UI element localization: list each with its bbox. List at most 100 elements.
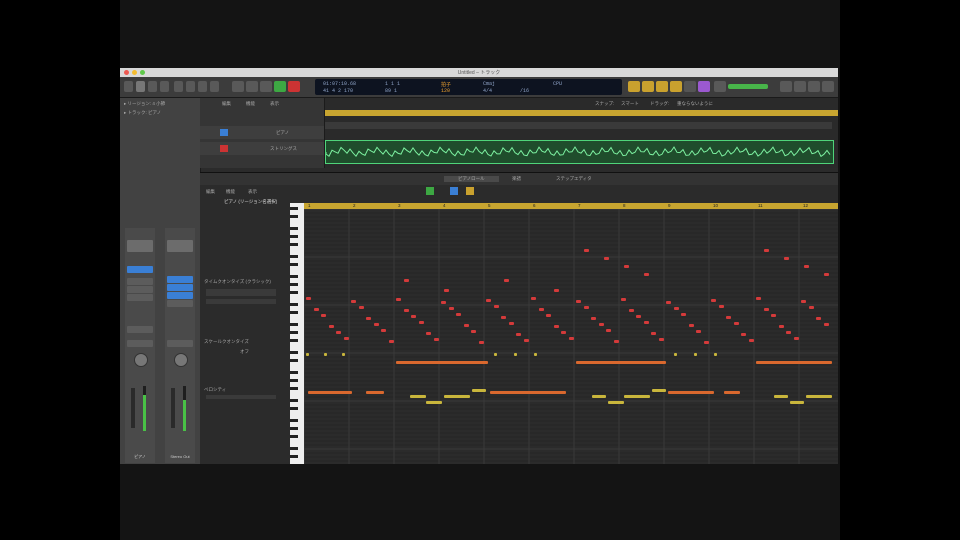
midi-note[interactable] xyxy=(531,297,536,300)
sends-slot[interactable] xyxy=(127,326,153,333)
midi-note[interactable] xyxy=(624,265,629,268)
midi-note[interactable] xyxy=(808,306,814,309)
editor-menu-functions[interactable]: 機能 xyxy=(226,189,235,195)
midi-note[interactable] xyxy=(823,323,829,326)
pan-knob[interactable] xyxy=(134,353,148,367)
quantize-strength-slider[interactable] xyxy=(206,299,276,304)
midi-note[interactable] xyxy=(790,401,804,404)
tab-piano-roll[interactable]: ピアノロール xyxy=(444,176,499,182)
midi-note[interactable] xyxy=(456,313,461,316)
editor-menu-view[interactable]: 表示 xyxy=(248,189,257,195)
midi-note[interactable] xyxy=(546,314,551,317)
quantize-select[interactable] xyxy=(206,289,276,296)
list-button[interactable] xyxy=(822,81,834,92)
midi-note[interactable] xyxy=(714,353,717,356)
note-grid[interactable]: 1 2 3 4 5 6 7 8 9 10 11 12 xyxy=(304,203,838,464)
tracks-menu-edit[interactable]: 編集 xyxy=(222,101,231,107)
help-button[interactable] xyxy=(148,81,157,92)
midi-note[interactable] xyxy=(494,353,497,356)
midi-note[interactable] xyxy=(644,273,649,276)
midi-note[interactable] xyxy=(554,289,559,292)
midi-note[interactable] xyxy=(816,317,821,320)
midi-note[interactable] xyxy=(444,395,470,398)
audio-fx-slot-3[interactable] xyxy=(127,294,153,301)
midi-note[interactable] xyxy=(342,353,345,356)
midi-note[interactable] xyxy=(801,300,806,303)
midi-note[interactable] xyxy=(343,337,349,340)
mixer-button[interactable] xyxy=(186,81,195,92)
editor-menu-edit[interactable]: 編集 xyxy=(206,189,215,195)
midi-note[interactable] xyxy=(651,332,656,335)
midi-note[interactable] xyxy=(534,353,537,356)
midi-note[interactable] xyxy=(514,353,517,356)
link-icon[interactable] xyxy=(466,187,474,195)
midi-note[interactable] xyxy=(628,309,634,312)
cycle-button[interactable] xyxy=(628,81,640,92)
autopunch-button[interactable] xyxy=(714,81,726,92)
midi-note[interactable] xyxy=(591,317,596,320)
tracks-menu-view[interactable]: 表示 xyxy=(270,101,279,107)
midi-note[interactable] xyxy=(418,321,424,324)
midi-note[interactable] xyxy=(598,323,604,326)
audio-fx-slot-1[interactable] xyxy=(167,284,193,291)
midi-note[interactable] xyxy=(396,361,488,364)
region-strings[interactable] xyxy=(325,140,834,164)
midi-note[interactable] xyxy=(504,279,509,282)
midi-note[interactable] xyxy=(592,395,606,398)
midi-note[interactable] xyxy=(636,315,641,318)
midi-note[interactable] xyxy=(324,353,327,356)
midi-note[interactable] xyxy=(784,257,789,260)
midi-note[interactable] xyxy=(583,306,589,309)
midi-note[interactable] xyxy=(441,301,446,304)
list-editors-button[interactable] xyxy=(210,81,219,92)
record-button[interactable] xyxy=(288,81,300,92)
midi-note[interactable] xyxy=(366,317,371,320)
midi-note[interactable] xyxy=(786,331,791,334)
midi-note[interactable] xyxy=(774,395,788,398)
midi-note[interactable] xyxy=(313,308,319,311)
region-piano[interactable] xyxy=(325,122,832,129)
midi-note[interactable] xyxy=(606,329,611,332)
master-volume-slider[interactable] xyxy=(728,84,768,89)
midi-note[interactable] xyxy=(726,316,731,319)
midi-note[interactable] xyxy=(658,338,664,341)
tuner-button[interactable] xyxy=(642,81,654,92)
midi-note[interactable] xyxy=(553,325,559,328)
snap-value[interactable]: スマート xyxy=(621,101,639,107)
midi-note[interactable] xyxy=(410,395,426,398)
midi-note[interactable] xyxy=(804,265,809,268)
midi-note[interactable] xyxy=(388,340,394,343)
midi-note[interactable] xyxy=(568,337,574,340)
midi-note[interactable] xyxy=(668,391,714,394)
midi-note[interactable] xyxy=(688,324,694,327)
midi-note[interactable] xyxy=(396,298,401,301)
scale-quantize-value[interactable]: オフ xyxy=(240,349,249,355)
browser-button[interactable] xyxy=(808,81,820,92)
midi-note[interactable] xyxy=(463,324,469,327)
midi-note[interactable] xyxy=(764,249,769,252)
replace-button[interactable] xyxy=(698,81,710,92)
library-button[interactable] xyxy=(124,81,133,92)
midi-note[interactable] xyxy=(806,395,832,398)
midi-note[interactable] xyxy=(576,361,666,364)
midi-note[interactable] xyxy=(508,322,514,325)
track-header-2[interactable]: ストリングス xyxy=(200,142,324,155)
volume-fader[interactable] xyxy=(131,388,135,428)
tab-step-editor[interactable]: ステップエディタ xyxy=(556,176,592,182)
audio-fx-slot-2[interactable] xyxy=(167,292,193,299)
eq-thumbnail[interactable] xyxy=(127,240,153,252)
midi-note[interactable] xyxy=(306,297,311,300)
midi-note[interactable] xyxy=(756,297,761,300)
midi-note[interactable] xyxy=(741,333,746,336)
record-enable-icon[interactable] xyxy=(220,145,228,152)
stop-button[interactable] xyxy=(260,81,272,92)
midi-note[interactable] xyxy=(711,299,716,302)
midi-note[interactable] xyxy=(681,313,686,316)
midi-note[interactable] xyxy=(444,289,449,292)
midi-note[interactable] xyxy=(426,332,431,335)
count-in-button[interactable] xyxy=(684,81,696,92)
catch-icon[interactable] xyxy=(450,187,458,195)
midi-note[interactable] xyxy=(336,331,341,334)
midi-note[interactable] xyxy=(538,308,544,311)
audio-fx-slot-3[interactable] xyxy=(167,300,193,307)
